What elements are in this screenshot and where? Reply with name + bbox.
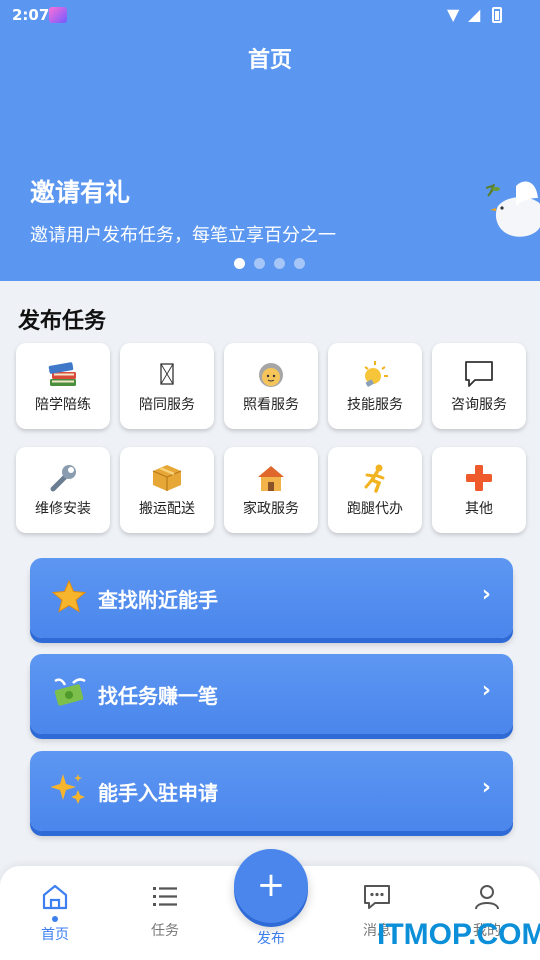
sparkles-icon — [50, 771, 88, 809]
pagination-dot-active[interactable] — [234, 258, 245, 269]
category-tile-errands[interactable]: 跑腿代办 — [328, 447, 422, 533]
books-icon — [46, 358, 80, 390]
find-task-earn-button[interactable]: 找任务赚一笔 › — [30, 654, 513, 734]
category-label: 咨询服务 — [451, 397, 507, 413]
category-label: 家政服务 — [243, 501, 299, 517]
category-grid: 陪学陪练 陪同服务 照看服务 技能服务 咨询服务 维修安装 搬运配送 家政服务 … — [16, 343, 526, 551]
app-notification-icon — [49, 7, 67, 23]
status-time: 2:07 — [12, 6, 50, 24]
category-tile-housekeeping[interactable]: 家政服务 — [224, 447, 318, 533]
nav-label: 首页 — [41, 927, 69, 943]
speech-bubble-icon — [462, 358, 496, 390]
chat-icon — [364, 885, 390, 909]
category-label: 其他 — [465, 501, 493, 517]
action-label: 能手入驻申请 — [98, 781, 218, 805]
category-tile-delivery[interactable]: 搬运配送 — [120, 447, 214, 533]
elder-icon — [254, 358, 288, 390]
nav-label: 发布 — [257, 931, 285, 947]
category-label: 技能服务 — [347, 397, 403, 413]
star-icon — [50, 578, 88, 616]
action-label: 找任务赚一笔 — [98, 684, 218, 708]
status-bar: 2:07 ▼ ◢ — [0, 0, 540, 30]
nav-label: 任务 — [151, 923, 179, 939]
page-title: 首页 — [247, 48, 292, 73]
category-label: 搬运配送 — [139, 501, 195, 517]
category-tile-other[interactable]: 其他 — [432, 447, 526, 533]
category-label: 跑腿代办 — [347, 501, 403, 517]
category-tile-caregiving[interactable]: 照看服务 — [224, 343, 318, 429]
expert-apply-button[interactable]: 能手入驻申请 › — [30, 751, 513, 831]
placeholder-icon — [150, 358, 184, 390]
nav-tab-tasks[interactable]: 任务 — [125, 882, 205, 940]
category-tile-repair[interactable]: 维修安装 — [16, 447, 110, 533]
watermark: ITMOP.COM — [377, 918, 540, 951]
package-icon — [150, 462, 184, 494]
runner-icon — [358, 462, 392, 494]
section-title-publish: 发布任务 — [18, 309, 107, 334]
lightbulb-icon — [358, 358, 392, 390]
category-label: 陪学陪练 — [35, 397, 91, 413]
category-label: 照看服务 — [243, 397, 299, 413]
nav-tab-home[interactable]: 首页 — [15, 882, 95, 944]
list-icon — [153, 887, 177, 906]
banner-subtitle[interactable]: 邀请用户发布任务，每笔立享百分之一 — [30, 221, 336, 247]
pagination-dot[interactable] — [274, 258, 285, 269]
banner-pagination — [234, 258, 305, 269]
wifi-icon: ▼ — [447, 5, 460, 24]
plus-icon — [462, 462, 496, 494]
category-tile-companion[interactable]: 陪同服务 — [120, 343, 214, 429]
house-icon — [254, 462, 288, 494]
wrench-icon — [46, 462, 80, 494]
nav-tab-publish[interactable]: 发布 — [231, 920, 311, 948]
category-tile-tutoring[interactable]: 陪学陪练 — [16, 343, 110, 429]
active-indicator-dot — [52, 916, 58, 922]
publish-fab-button[interactable]: + — [234, 849, 308, 923]
chevron-right-icon: › — [481, 582, 491, 607]
chevron-right-icon: › — [481, 775, 491, 800]
find-nearby-experts-button[interactable]: 查找附近能手 › — [30, 558, 513, 638]
pagination-dot[interactable] — [254, 258, 265, 269]
header-banner: 2:07 ▼ ◢ 首页 邀请有礼 邀请用户发布任务，每笔立享百分之一 — [0, 0, 540, 281]
battery-icon — [492, 7, 502, 23]
category-tile-skills[interactable]: 技能服务 — [328, 343, 422, 429]
chevron-right-icon: › — [481, 678, 491, 703]
banner-headline[interactable]: 邀请有礼 — [30, 173, 130, 209]
signal-icon: ◢ — [468, 5, 481, 24]
flying-money-icon — [50, 674, 88, 712]
dove-icon — [486, 181, 540, 237]
category-label: 维修安装 — [35, 501, 91, 517]
user-icon — [475, 885, 499, 910]
action-label: 查找附近能手 — [98, 588, 218, 612]
pagination-dot[interactable] — [294, 258, 305, 269]
category-tile-consulting[interactable]: 咨询服务 — [432, 343, 526, 429]
home-icon — [42, 884, 68, 910]
category-label: 陪同服务 — [139, 397, 195, 413]
